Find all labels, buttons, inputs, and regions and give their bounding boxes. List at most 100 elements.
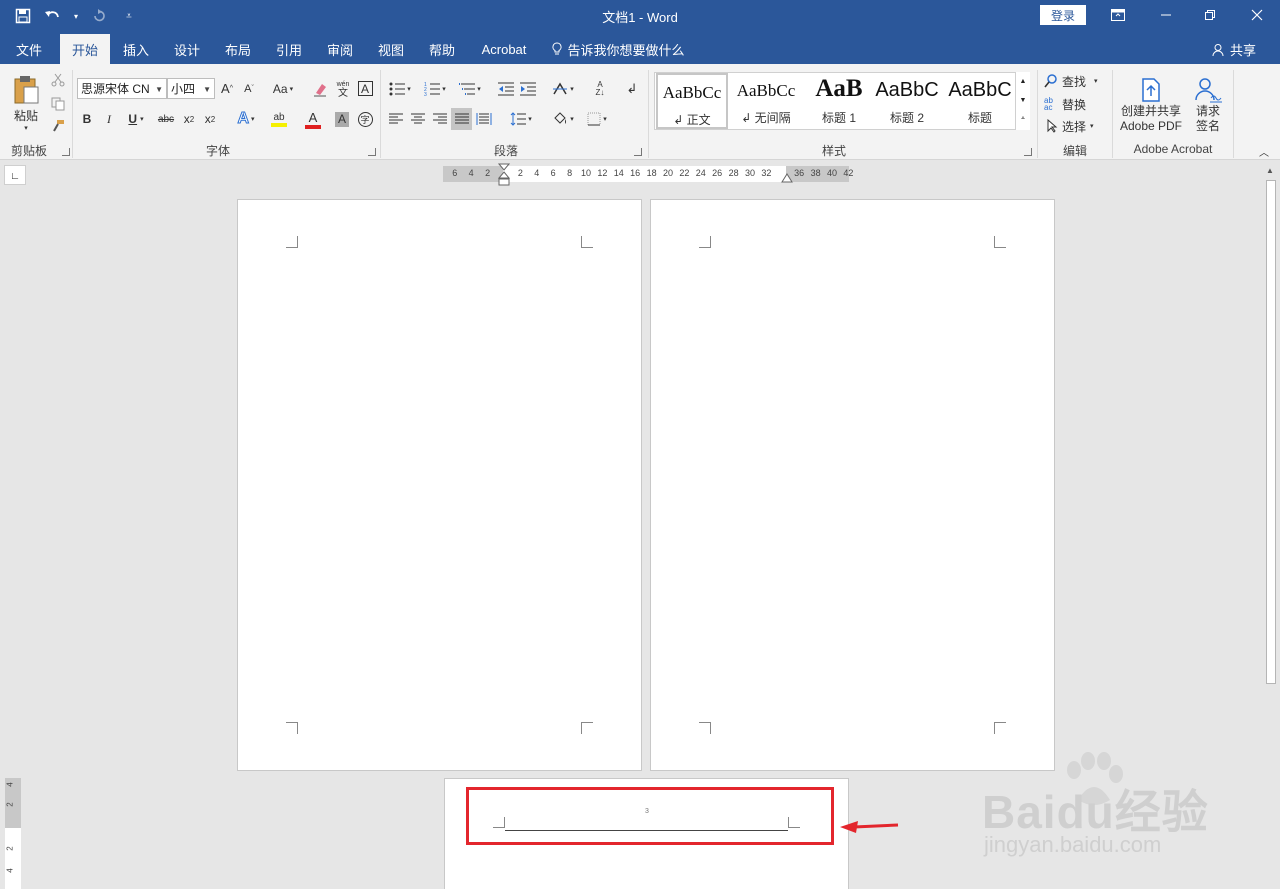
select-button[interactable]: 选择 ▾ [1044,117,1106,135]
align-center-icon[interactable] [408,108,428,130]
group-separator [1112,70,1113,158]
tab-acrobat[interactable]: Acrobat [472,34,536,64]
ruler-tick-label: 2 [517,168,523,178]
first-line-indent-marker[interactable] [498,163,510,187]
align-left-icon[interactable] [386,108,406,130]
ruler-tick-label: 2 [485,168,491,178]
ruler-tick-label: 4 [468,168,474,178]
increase-indent-icon[interactable] [518,78,538,99]
shading-icon[interactable]: ▾ [548,108,578,130]
share-button[interactable]: 共享 [1212,40,1256,59]
chevron-down-icon[interactable]: ▼ [1016,91,1030,110]
signature-icon [1195,78,1222,103]
tab-design[interactable]: 设计 [163,34,211,64]
paste-button[interactable]: 粘贴 ▾ [6,70,46,136]
group-separator [648,70,649,158]
copy-button[interactable] [48,94,68,114]
tab-file[interactable]: 文件 [4,34,54,64]
style-heading-2[interactable]: AaBbC 标题 2 [871,73,943,129]
horizontal-ruler[interactable]: 6 4 2 2 4 6 8 10 12 14 16 18 20 22 24 26 28 30 32 36 38 40 42 [443,163,853,186]
decrease-indent-icon[interactable] [496,78,516,99]
tab-help[interactable]: 帮助 [418,34,466,64]
character-shading-icon[interactable]: A [334,108,350,130]
superscript-icon[interactable]: x2 [201,108,219,130]
style-no-spacing[interactable]: AaBbCc ↲ 无间隔 [730,73,802,129]
chevron-down-icon: ▼ [203,85,211,94]
ruler-tick-label: 12 [597,168,608,178]
ruler-tick-label: 26 [712,168,723,178]
request-signature-button[interactable]: 请求 签名 [1188,72,1228,138]
tell-me-box[interactable]: 告诉我你想要做什么 [548,34,688,64]
crop-mark [286,236,298,248]
tab-insert[interactable]: 插入 [112,34,160,64]
show-marks-icon[interactable]: ↲ [624,78,640,99]
paintbrush-icon [53,120,64,132]
clear-formatting-icon[interactable] [311,78,329,99]
phonetic-guide-icon[interactable]: wén 文 [334,78,352,99]
login-button[interactable]: 登录 [1040,5,1086,25]
font-size-combo[interactable]: 小四 ▼ [167,78,215,99]
borders-icon[interactable]: ▾ [582,108,612,130]
grow-font-icon[interactable]: A ^ [218,78,236,99]
ribbon-display-options-icon[interactable] [1106,4,1130,26]
page-1[interactable] [237,199,642,771]
paragraph-dialog-launcher[interactable] [634,148,642,156]
vertical-ruler[interactable]: 4 2 2 4 [5,778,21,889]
tab-selector[interactable]: ∟ [4,165,26,185]
subscript-icon[interactable]: x2 [180,108,198,130]
multilevel-list-icon[interactable]: ▾ [455,78,485,99]
chevron-up-icon[interactable]: ▲ [1266,166,1274,175]
italic-icon[interactable]: I [100,108,118,130]
vertical-scrollbar[interactable]: ▲ [1262,164,1280,889]
cut-button[interactable] [48,70,68,90]
font-name-combo[interactable]: 思源宋体 CN ▼ [77,78,167,99]
close-icon[interactable] [1245,4,1269,26]
font-dialog-launcher[interactable] [368,148,376,156]
chinese-layout-icon[interactable]: ▾ [548,78,578,99]
minimize-icon[interactable] [1154,4,1178,26]
tab-references[interactable]: 引用 [265,34,313,64]
character-border-icon[interactable]: A [356,78,374,99]
crop-mark [699,722,711,734]
collapse-ribbon-icon[interactable]: ︿ [1256,144,1272,159]
group-separator [380,70,381,158]
highlight-color-icon[interactable]: ab [264,108,294,130]
ruler-tick-label: 36 [794,168,805,178]
distributed-icon[interactable] [474,108,494,130]
line-spacing-icon[interactable]: ▾ [506,108,536,130]
scrollbar-thumb[interactable] [1266,180,1276,684]
tab-layout[interactable]: 布局 [214,34,262,64]
replace-button[interactable]: ab ac 替换 [1044,95,1096,113]
page-2[interactable] [650,199,1055,771]
right-indent-marker[interactable] [781,173,793,185]
more-styles-icon[interactable]: ⩡ [1016,110,1030,128]
change-case-icon[interactable]: Aa ▾ [268,78,298,99]
format-painter-button[interactable] [48,116,68,136]
sort-icon[interactable]: A Z↓ [590,78,610,99]
bold-icon[interactable]: B [78,108,96,130]
create-pdf-button[interactable]: 创建并共享 Adobe PDF [1116,72,1186,138]
font-color-icon[interactable]: A [298,108,328,130]
chevron-up-icon[interactable]: ▲ [1016,72,1030,91]
text-effects-icon[interactable]: A ▾ [232,108,260,130]
clipboard-dialog-launcher[interactable] [62,148,70,156]
restore-icon[interactable] [1198,4,1222,26]
numbering-icon[interactable]: 1 2 3 ▾ [420,78,450,99]
align-right-icon[interactable] [430,108,450,130]
style-title[interactable]: AaBbC 标题 [944,73,1016,129]
tab-view[interactable]: 视图 [367,34,415,64]
find-button[interactable]: 查找 ▾ [1044,72,1106,90]
enclose-characters-icon[interactable]: 字 [356,108,374,130]
style-heading-1[interactable]: AaB 标题 1 [803,73,875,129]
window-title: 文档1 - Word [602,10,678,25]
bullets-icon[interactable]: ▾ [386,78,414,99]
underline-icon[interactable]: U ▾ [122,108,150,130]
tab-review[interactable]: 审阅 [316,34,364,64]
strikethrough-icon[interactable]: abc [155,108,177,130]
shrink-font-icon[interactable]: Aˇ [240,78,258,99]
style-normal[interactable]: AaBbCc ↲ 正文 [656,73,728,129]
watermark-url: jingyan.baidu.com [984,832,1162,857]
justify-icon[interactable] [451,108,472,130]
styles-dialog-launcher[interactable] [1024,148,1032,156]
tab-home[interactable]: 开始 [60,34,110,64]
